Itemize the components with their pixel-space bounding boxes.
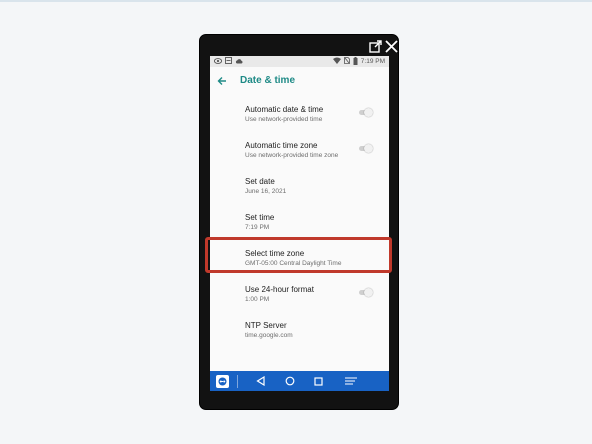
back-arrow-icon[interactable] bbox=[217, 76, 227, 86]
status-time: 7:19 PM bbox=[360, 58, 385, 65]
setting-automatic-date-time[interactable]: Automatic date & time Use network-provid… bbox=[210, 100, 389, 136]
setting-automatic-time-zone[interactable]: Automatic time zone Use network-provided… bbox=[210, 136, 389, 172]
battery-icon bbox=[353, 56, 358, 67]
automatic-time-zone-toggle[interactable] bbox=[357, 144, 373, 153]
page-title: Date & time bbox=[240, 75, 296, 86]
window-controls bbox=[354, 38, 398, 54]
home-icon[interactable] bbox=[285, 376, 295, 386]
setting-ntp-server[interactable]: NTP Server time.google.com bbox=[210, 316, 389, 352]
menu-icon[interactable] bbox=[344, 376, 358, 386]
setting-subtitle: time.google.com bbox=[245, 332, 293, 339]
close-icon[interactable] bbox=[385, 39, 398, 53]
select-time-zone-highlight bbox=[205, 237, 392, 273]
teamviewer-icon bbox=[225, 57, 232, 66]
settings-list: Automatic date & time Use network-provid… bbox=[210, 94, 389, 352]
setting-title: Set time bbox=[245, 213, 275, 222]
external-link-icon[interactable] bbox=[369, 39, 382, 53]
status-bar: 7:19 PM bbox=[210, 56, 389, 67]
setting-subtitle: June 16, 2021 bbox=[245, 188, 287, 195]
teamviewer-icon[interactable] bbox=[216, 374, 229, 388]
setting-title: Set date bbox=[245, 177, 275, 186]
navigation-bar bbox=[210, 371, 389, 391]
cloud-icon bbox=[235, 58, 243, 66]
setting-subtitle: 7:19 PM bbox=[245, 224, 270, 231]
use-24-hour-format-toggle[interactable] bbox=[357, 288, 373, 297]
device-frame: 7:19 PM Date & time Automatic date & tim… bbox=[199, 34, 399, 410]
automatic-date-time-toggle[interactable] bbox=[357, 108, 373, 117]
nav-divider bbox=[237, 374, 238, 388]
setting-use-24-hour-format[interactable]: Use 24-hour format 1:00 PM bbox=[210, 280, 389, 316]
setting-title: NTP Server bbox=[245, 321, 287, 330]
app-bar: Date & time bbox=[210, 67, 389, 94]
back-icon[interactable] bbox=[256, 376, 265, 386]
setting-set-date[interactable]: Set date June 16, 2021 bbox=[210, 172, 389, 208]
no-sim-icon bbox=[343, 57, 350, 66]
recents-icon[interactable] bbox=[314, 376, 323, 386]
device-screen: 7:19 PM Date & time Automatic date & tim… bbox=[210, 56, 389, 391]
top-divider-line bbox=[0, 0, 592, 2]
wifi-icon bbox=[332, 57, 341, 66]
eye-icon bbox=[213, 57, 223, 66]
